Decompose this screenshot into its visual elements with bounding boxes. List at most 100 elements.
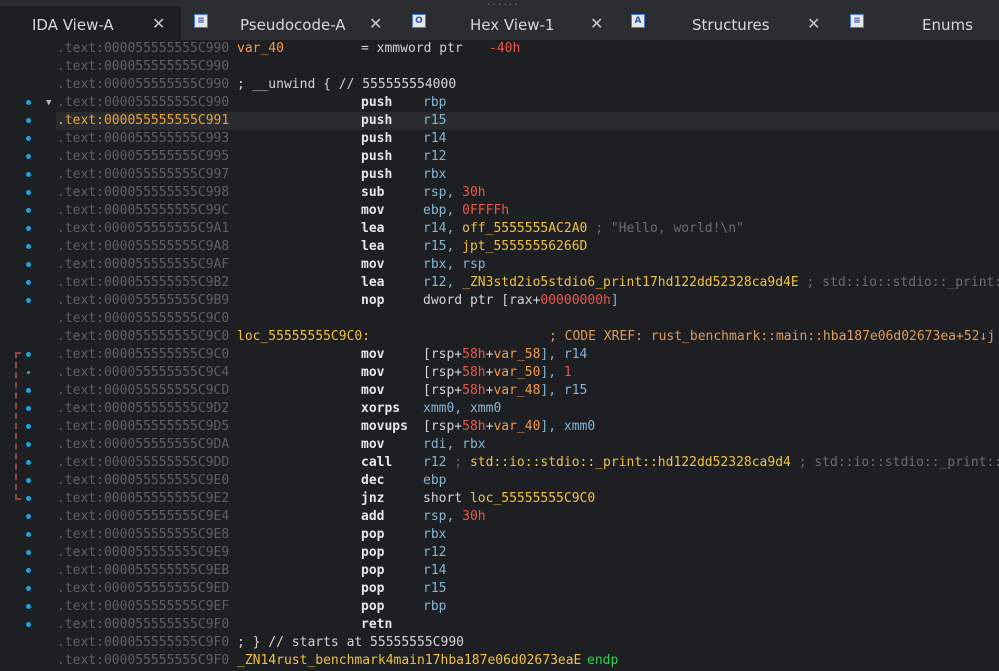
- disassembly-view[interactable]: ▼ .text:000055555555C990 var_40 = xmmword …: [0, 40, 999, 671]
- breakpoint-dot-icon[interactable]: [26, 208, 31, 213]
- listing-row[interactable]: .text:000055555555C990: [57, 58, 999, 76]
- comment: ; "Hello, world!\n": [587, 221, 744, 236]
- listing-row[interactable]: .text:000055555555C99C mov ebp, 0FFFFh: [57, 202, 999, 220]
- listing-row[interactable]: .text:000055555555C9C0 mov [rsp+58h+var_58…: [57, 346, 999, 364]
- close-icon[interactable]: ✕: [590, 14, 603, 33]
- close-icon[interactable]: ✕: [807, 14, 820, 33]
- breakpoint-dot-icon[interactable]: [26, 262, 31, 267]
- operands: [rsp+58h+var_50], 1: [423, 364, 572, 382]
- immediate: 58h: [462, 365, 486, 380]
- breakpoint-dot-icon[interactable]: [26, 406, 31, 411]
- operand: [rsp+: [423, 419, 463, 434]
- listing-row[interactable]: .text:000055555555C9AF mov rbx, rsp: [57, 256, 999, 274]
- breakpoint-dot-icon[interactable]: [26, 568, 31, 573]
- breakpoint-dot-icon[interactable]: [26, 478, 31, 483]
- breakpoint-dot-icon[interactable]: [26, 424, 31, 429]
- breakpoint-dot-icon[interactable]: [26, 388, 31, 393]
- address: .text:000055555555C9EB: [57, 563, 230, 578]
- breakpoint-dot-icon[interactable]: [26, 496, 31, 501]
- listing-row[interactable]: .text:000055555555C9C0 loc_55555555C9C0:;…: [57, 328, 999, 346]
- breakpoint-dot-icon[interactable]: [26, 190, 31, 195]
- function-name: _ZN14rust_benchmark4main17hba187e06d0267…: [237, 653, 582, 668]
- breakpoint-dot-icon[interactable]: [26, 298, 31, 303]
- listing-row[interactable]: .text:000055555555C9E9 pop r12: [57, 544, 999, 562]
- tab-pseudocode-a[interactable]: ≡ Pseudocode-A ✕: [181, 6, 391, 40]
- listing-row[interactable]: .text:000055555555C9B9 nop dword ptr [rax+…: [57, 292, 999, 310]
- breakpoint-dot-icon[interactable]: [26, 100, 31, 105]
- address: .text:000055555555C9B9: [57, 293, 230, 308]
- breakpoint-dot-icon[interactable]: [26, 136, 31, 141]
- listing-row[interactable]: .text:000055555555C9E8 pop rbx: [57, 526, 999, 544]
- breakpoint-dot-icon[interactable]: [27, 371, 30, 374]
- breakpoint-dot-icon[interactable]: [26, 280, 31, 285]
- listing-row[interactable]: .text:000055555555C9E2 jnz short loc_55555…: [57, 490, 999, 508]
- listing-row[interactable]: .text:000055555555C9F0 _ZN14rust_benchmar…: [57, 652, 999, 670]
- listing-row[interactable]: .text:000055555555C9C0: [57, 310, 999, 328]
- listing-row[interactable]: .text:000055555555C9B2 lea r12, _ZN3std2io…: [57, 274, 999, 292]
- breakpoint-dot-icon[interactable]: [26, 352, 31, 357]
- listing-row[interactable]: .text:000055555555C9D5 movups [rsp+58h+var…: [57, 418, 999, 436]
- tab-enums[interactable]: ≡ Enums: [845, 6, 999, 40]
- listing-row[interactable]: .text:000055555555C9C4 mov [rsp+58h+var_50…: [57, 364, 999, 382]
- tab-ida-view-a[interactable]: IDA View-A ✕: [0, 6, 181, 40]
- listing-row[interactable]: .text:000055555555C9F0 retn: [57, 616, 999, 634]
- listing-row[interactable]: .text:000055555555C990 push rbp: [57, 94, 999, 112]
- listing-row[interactable]: .text:000055555555C9F0 ; } // starts at 5…: [57, 634, 999, 652]
- collapse-icon[interactable]: ▼: [46, 98, 51, 108]
- address: .text:000055555555C9A8: [57, 239, 230, 254]
- listing-row[interactable]: .text:000055555555C9E4 add rsp, 30h: [57, 508, 999, 526]
- breakpoint-dot-icon[interactable]: [26, 442, 31, 447]
- mnemonic: mov: [361, 203, 385, 218]
- listing-row[interactable]: .text:000055555555C9D2 xorps xmm0, xmm0: [57, 400, 999, 418]
- breakpoint-dot-icon[interactable]: [26, 172, 31, 177]
- listing-row[interactable]: .text:000055555555C998 sub rsp, 30h: [57, 184, 999, 202]
- operand-tail: ],: [540, 365, 564, 380]
- listing-row[interactable]: .text:000055555555C995 push r12: [57, 148, 999, 166]
- close-icon[interactable]: ✕: [369, 14, 382, 33]
- operands: ebp, 0FFFFh: [423, 202, 509, 220]
- mnemonic: push: [361, 167, 393, 182]
- listing-row[interactable]: .text:000055555555C9DD call r12 ; std::io:…: [57, 454, 999, 472]
- address: .text:000055555555C9B2: [57, 275, 230, 290]
- tab-structures[interactable]: A Structures ✕: [619, 6, 845, 40]
- operand: rbp: [423, 95, 447, 110]
- listing-row[interactable]: .text:000055555555C990 var_40 = xmmword pt…: [57, 40, 999, 58]
- listing-row[interactable]: .text:000055555555C9E0 dec ebp: [57, 472, 999, 490]
- breakpoint-dot-icon[interactable]: [26, 514, 31, 519]
- mnemonic: jnz: [361, 491, 385, 506]
- close-icon[interactable]: ✕: [152, 14, 165, 33]
- address: .text:000055555555C9F0: [57, 617, 230, 632]
- operand: rbx: [423, 167, 447, 182]
- address: .text:000055555555C9E4: [57, 509, 230, 524]
- listing-row[interactable]: .text:000055555555C9EF pop rbp: [57, 598, 999, 616]
- address: .text:000055555555C990: [57, 77, 230, 92]
- breakpoint-dot-icon[interactable]: [26, 532, 31, 537]
- drag-handle-icon[interactable]: ......: [486, 0, 519, 8]
- tab-hex-view-1[interactable]: O Hex View-1 ✕: [391, 6, 619, 40]
- breakpoint-dot-icon[interactable]: [26, 550, 31, 555]
- listing-row[interactable]: .text:000055555555C9DA mov rdi, rbx: [57, 436, 999, 454]
- listing-row[interactable]: .text:000055555555C9CD mov [rsp+58h+var_48…: [57, 382, 999, 400]
- breakpoint-dot-icon[interactable]: [26, 586, 31, 591]
- operand-tail: ], r15: [540, 383, 588, 398]
- operands: rbp: [423, 598, 446, 616]
- breakpoint-dot-icon[interactable]: [26, 244, 31, 249]
- breakpoint-dot-icon[interactable]: [26, 226, 31, 231]
- operand: [rsp+: [423, 383, 463, 398]
- breakpoint-dot-icon[interactable]: [26, 154, 31, 159]
- tab-label: Hex View-1: [470, 16, 555, 34]
- operands: [rsp+58h+var_58], r14: [423, 346, 587, 364]
- listing-row[interactable]: .text:000055555555C990 ; __unwind { // 55…: [57, 76, 999, 94]
- listing-row[interactable]: .text:000055555555C993 push r14: [57, 130, 999, 148]
- breakpoint-dot-icon[interactable]: [26, 604, 31, 609]
- breakpoint-dot-icon[interactable]: [26, 622, 31, 627]
- listing-row[interactable]: .text:000055555555C997 push rbx: [57, 166, 999, 184]
- listing-row[interactable]: .text:000055555555C991 push r15: [57, 112, 999, 130]
- listing-row[interactable]: .text:000055555555C9EB pop r14: [57, 562, 999, 580]
- address: .text:000055555555C9EF: [57, 599, 230, 614]
- listing-row[interactable]: .text:000055555555C9A8 lea r15, jpt_555555…: [57, 238, 999, 256]
- breakpoint-dot-icon[interactable]: [26, 460, 31, 465]
- listing-row[interactable]: .text:000055555555C9A1 lea r14, off_555555…: [57, 220, 999, 238]
- listing-row[interactable]: .text:000055555555C9ED pop r15: [57, 580, 999, 598]
- breakpoint-dot-icon[interactable]: [26, 118, 31, 123]
